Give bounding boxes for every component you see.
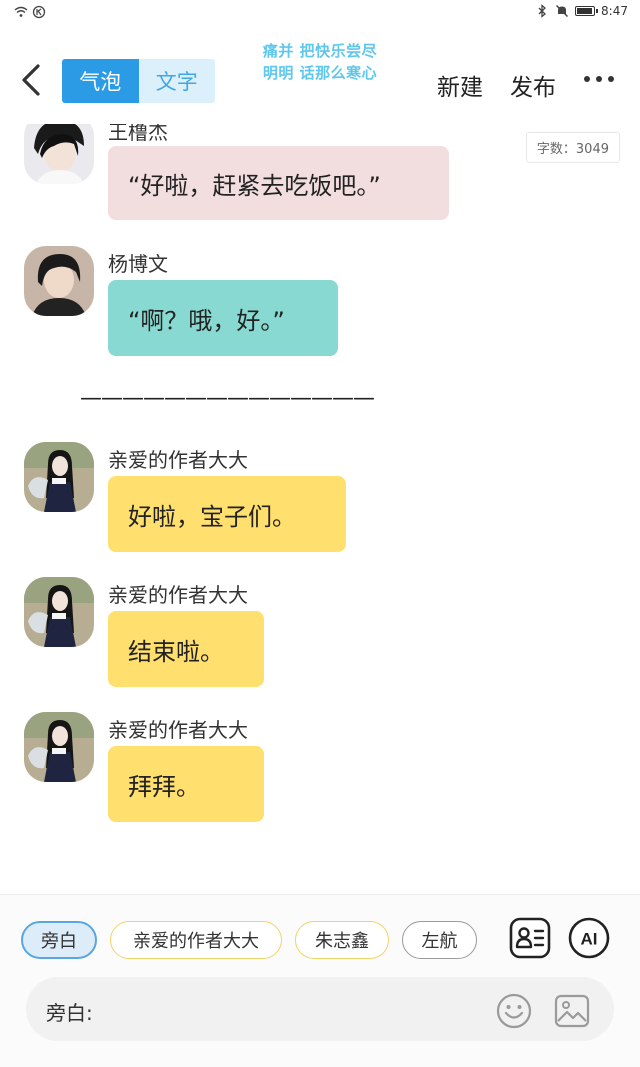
role-chip-zhu-zhixin[interactable]: 朱志鑫 xyxy=(295,921,389,959)
message-bubble[interactable]: “啊？哦，好。” xyxy=(108,280,338,356)
sender-name: 杨博文 xyxy=(108,252,168,276)
author-avatar xyxy=(24,712,94,782)
sender-name: 亲爱的作者大大 xyxy=(108,718,248,742)
mode-toggle: 气泡 文字 xyxy=(62,59,215,103)
emoji-icon[interactable] xyxy=(496,993,532,1029)
avatar xyxy=(24,124,94,184)
back-arrow-icon[interactable] xyxy=(16,60,46,100)
image-icon[interactable] xyxy=(554,993,590,1029)
ai-label: AI xyxy=(581,930,598,949)
word-count-badge: 字数：3049 xyxy=(525,132,620,163)
message-text: 结束啦。 xyxy=(128,637,224,666)
input-role-label: 旁白: xyxy=(46,1001,93,1025)
nfc-icon xyxy=(32,5,46,19)
avatar xyxy=(24,246,94,316)
message-bubble[interactable]: 拜拜。 xyxy=(108,746,264,822)
publish-button[interactable]: 发布 xyxy=(510,68,556,102)
wifi-icon xyxy=(14,6,28,17)
header: 气泡 文字 痛并 把快乐尝尽 明明 话那么寒心 新建 发布 xyxy=(0,24,640,124)
status-bar: 8:47 xyxy=(0,0,640,24)
message-text: “好啦，赶紧去吃饭吧。” xyxy=(128,171,381,200)
tab-bubble[interactable]: 气泡 xyxy=(62,59,139,103)
contact-card-icon[interactable] xyxy=(509,917,551,959)
message-bubble[interactable]: “好啦，赶紧去吃饭吧。” xyxy=(108,146,449,220)
role-chip-narration[interactable]: 旁白 xyxy=(21,921,97,959)
battery-icon xyxy=(575,6,599,16)
chat-area[interactable]: 字数：3049 王橹杰 “好啦，赶紧去吃饭吧。” 杨博文 “啊？哦，好。” ——… xyxy=(0,124,640,894)
bottom-panel: 旁白 亲爱的作者大大 朱志鑫 左航 AI 旁白: xyxy=(0,894,640,1067)
sender-name: 亲爱的作者大大 xyxy=(108,583,248,607)
section-divider: —————————————— xyxy=(80,386,375,411)
status-right: 8:47 xyxy=(535,4,628,18)
role-chip-author[interactable]: 亲爱的作者大大 xyxy=(110,921,282,959)
mute-icon xyxy=(556,5,569,17)
author-avatar xyxy=(24,442,94,512)
message-bubble[interactable]: 结束啦。 xyxy=(108,611,264,687)
lyric-banner: 痛并 把快乐尝尽 明明 话那么寒心 xyxy=(250,40,390,84)
sender-name: 亲爱的作者大大 xyxy=(108,448,248,472)
message-input-bar[interactable]: 旁白: xyxy=(26,977,614,1041)
battery-fill xyxy=(577,8,593,14)
clock: 8:47 xyxy=(601,4,628,18)
message-text: 拜拜。 xyxy=(128,772,200,801)
message-text: “啊？哦，好。” xyxy=(128,306,285,335)
role-chip-zuo-hang[interactable]: 左航 xyxy=(402,921,477,959)
message-bubble[interactable]: 好啦，宝子们。 xyxy=(108,476,346,552)
author-avatar xyxy=(24,577,94,647)
message-text: 好啦，宝子们。 xyxy=(128,502,296,531)
more-options-icon[interactable] xyxy=(584,76,614,82)
bluetooth-icon xyxy=(538,4,547,18)
status-left xyxy=(14,5,46,19)
banner-line-1: 痛并 把快乐尝尽 xyxy=(262,42,378,60)
banner-line-2: 明明 话那么寒心 xyxy=(262,64,378,82)
sender-name: 王橹杰 xyxy=(108,124,168,144)
new-button[interactable]: 新建 xyxy=(437,68,483,102)
tab-text[interactable]: 文字 xyxy=(138,59,215,103)
ai-button[interactable]: AI xyxy=(568,917,610,959)
